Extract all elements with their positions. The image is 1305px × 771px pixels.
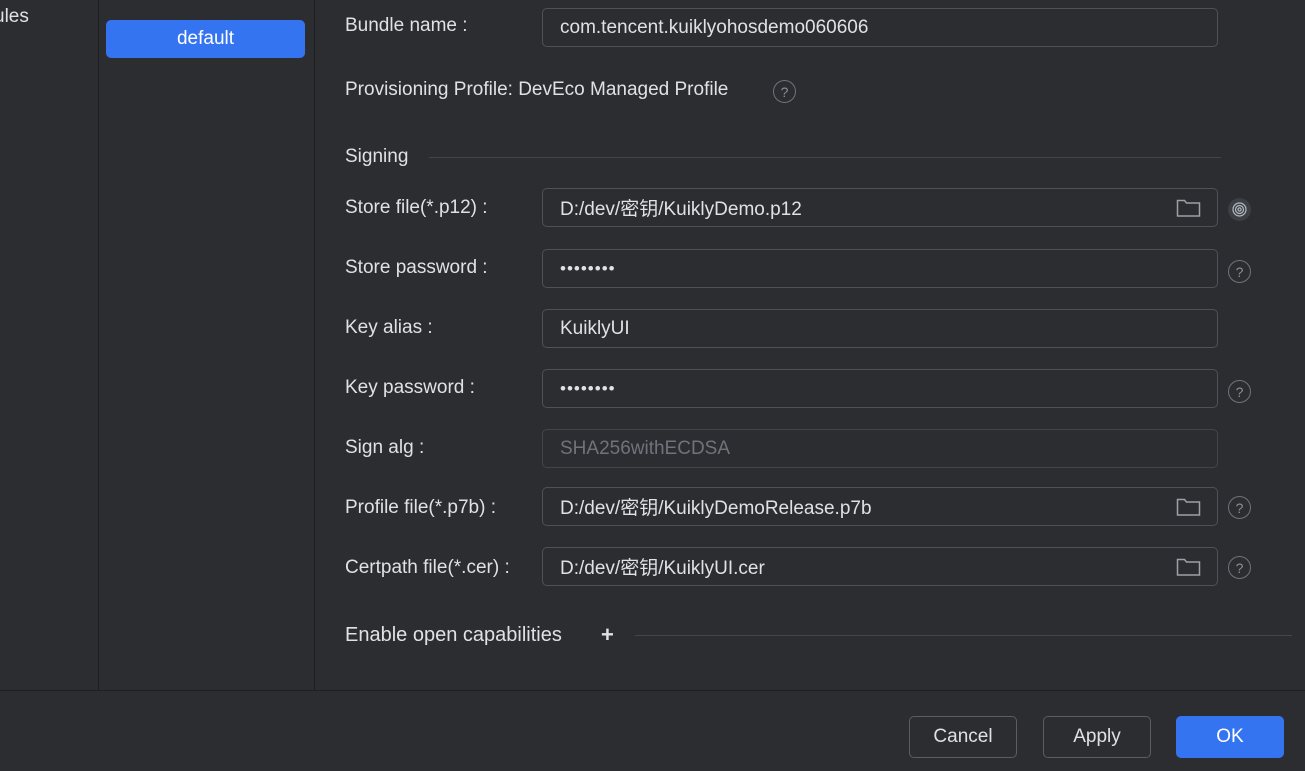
modules-list: ules <box>0 0 99 690</box>
fingerprint-icon[interactable] <box>1228 198 1251 221</box>
provisioning-help-icon[interactable]: ? <box>773 80 796 103</box>
provisioning-profile-label: Provisioning Profile: DevEco Managed Pro… <box>345 79 729 100</box>
profile-file-value: D:/dev/密钥/KuiklyDemoRelease.p7b <box>560 498 872 519</box>
sign-alg-label: Sign alg : <box>345 437 425 458</box>
folder-icon[interactable] <box>1176 496 1201 517</box>
signing-divider <box>429 157 1221 158</box>
sign-alg-field: SHA256withECDSA <box>542 429 1218 468</box>
certpath-file-help-icon[interactable]: ? <box>1228 556 1251 579</box>
bundle-name-value: com.tencent.kuiklyohosdemo060606 <box>560 16 869 38</box>
profile-file-field[interactable]: D:/dev/密钥/KuiklyDemoRelease.p7b <box>542 487 1218 526</box>
sign-alg-value: SHA256withECDSA <box>560 437 731 459</box>
key-password-help-icon[interactable]: ? <box>1228 380 1251 403</box>
store-password-value: •••••••• <box>560 258 616 278</box>
target-item-default[interactable]: default <box>106 20 305 58</box>
modules-list-item[interactable]: ules <box>0 6 29 28</box>
certpath-file-label: Certpath file(*.cer) : <box>345 557 510 578</box>
key-alias-field[interactable]: KuiklyUI <box>542 309 1218 348</box>
signing-form: Bundle name : com.tencent.kuiklyohosdemo… <box>315 0 1305 690</box>
capabilities-divider <box>635 635 1292 636</box>
ok-button[interactable]: OK <box>1176 716 1284 758</box>
signing-configs-dialog: ules default Bundle name : com.tencent.k… <box>0 0 1305 771</box>
profile-file-label: Profile file(*.p7b) : <box>345 497 497 518</box>
add-capability-button[interactable]: + <box>601 622 614 648</box>
profile-file-help-icon[interactable]: ? <box>1228 496 1251 519</box>
certpath-file-value: D:/dev/密钥/KuiklyUI.cer <box>560 558 765 579</box>
key-alias-value: KuiklyUI <box>560 317 630 339</box>
key-password-field[interactable]: •••••••• <box>542 369 1218 408</box>
folder-icon[interactable] <box>1176 556 1201 577</box>
store-password-field[interactable]: •••••••• <box>542 249 1218 288</box>
capabilities-section-title: Enable open capabilities <box>345 624 562 646</box>
folder-icon[interactable] <box>1176 197 1201 218</box>
cancel-button[interactable]: Cancel <box>909 716 1017 758</box>
signing-section-title: Signing <box>345 146 409 167</box>
bundle-name-label: Bundle name : <box>345 15 468 36</box>
key-password-label: Key password : <box>345 377 475 398</box>
bundle-name-field[interactable]: com.tencent.kuiklyohosdemo060606 <box>542 8 1218 47</box>
store-file-value: D:/dev/密钥/KuiklyDemo.p12 <box>560 199 802 220</box>
store-file-label: Store file(*.p12) : <box>345 197 488 218</box>
store-file-field[interactable]: D:/dev/密钥/KuiklyDemo.p12 <box>542 188 1218 227</box>
targets-list: default <box>99 0 315 690</box>
store-password-label: Store password : <box>345 257 488 278</box>
key-alias-label: Key alias : <box>345 317 433 338</box>
certpath-file-field[interactable]: D:/dev/密钥/KuiklyUI.cer <box>542 547 1218 586</box>
store-password-help-icon[interactable]: ? <box>1228 260 1251 283</box>
apply-button[interactable]: Apply <box>1043 716 1151 758</box>
dialog-button-bar: Cancel Apply OK <box>0 690 1305 771</box>
key-password-value: •••••••• <box>560 378 616 398</box>
